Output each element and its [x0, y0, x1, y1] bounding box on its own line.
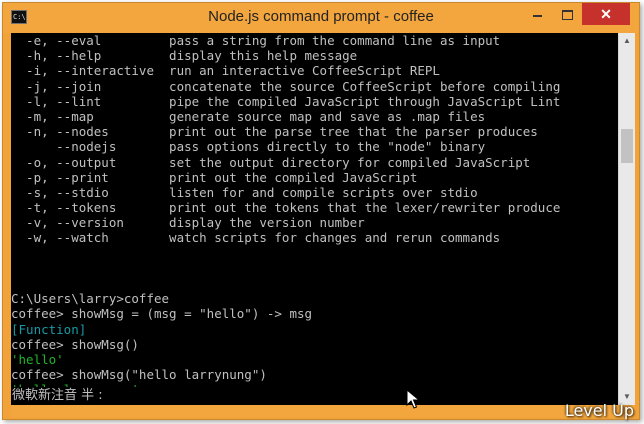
- minimize-button[interactable]: [522, 3, 552, 25]
- console-line: -e, --eval pass a string from the comman…: [11, 33, 501, 48]
- console-line: -o, --output set the output directory fo…: [11, 154, 531, 170]
- console-line: coffee> showMsg("hello larrynung"): [11, 367, 267, 383]
- console-line: -v, --version display the version number: [11, 215, 365, 231]
- console-line: 'hello': [11, 351, 64, 367]
- console-line: -n, --nodes print out the parse tree tha…: [11, 124, 538, 140]
- close-button[interactable]: ✕: [582, 3, 630, 25]
- console-line: coffee> showMsg = (msg = "hello") -> msg: [11, 306, 313, 322]
- console-line: -s, --stdio listen for and compile scrip…: [11, 184, 478, 200]
- console-lines: -e, --eval pass a string from the comman…: [11, 33, 618, 405]
- minimize-icon: [532, 15, 542, 18]
- mouse-pointer-icon: [406, 389, 420, 409]
- maximize-icon: [561, 10, 573, 21]
- console-line: --nodejs pass options directly to the "n…: [11, 139, 486, 155]
- title-bar[interactable]: C:\. Node.js command prompt - coffee ✕: [3, 3, 639, 33]
- ime-status-bar: 微軟新注音 半 :: [11, 387, 618, 405]
- console-line: -p, --print print out the compiled JavaS…: [11, 169, 418, 185]
- console-line: C:\Users\larry>coffee: [11, 291, 170, 307]
- vertical-scrollbar[interactable]: ▲ ▼: [618, 33, 635, 405]
- console-line: -l, --lint pipe the compiled JavaScript …: [11, 93, 561, 109]
- console-line: -w, --watch watch scripts for changes an…: [11, 230, 501, 246]
- scroll-thumb[interactable]: [621, 129, 633, 163]
- console-line: -j, --join concatenate the source Coffee…: [11, 78, 561, 94]
- scroll-up-arrow-icon[interactable]: ▲: [619, 33, 635, 49]
- console-line: [Function]: [11, 321, 87, 337]
- console-line: -m, --map generate source map and save a…: [11, 108, 486, 124]
- maximize-button[interactable]: [552, 3, 582, 25]
- window-bottom-frame: [11, 405, 635, 417]
- watermark-text: Level Up: [564, 401, 634, 420]
- console-line: -h, --help display this help message: [11, 48, 358, 64]
- console-output[interactable]: -e, --eval pass a string from the comman…: [11, 33, 618, 405]
- console-line: coffee> showMsg(): [11, 336, 139, 352]
- console-line: -t, --tokens print out the tokens that t…: [11, 200, 561, 216]
- console-window: C:\. Node.js command prompt - coffee ✕ -…: [2, 2, 640, 420]
- close-icon: ✕: [600, 6, 612, 22]
- console-line: -i, --interactive run an interactive Cof…: [11, 63, 440, 79]
